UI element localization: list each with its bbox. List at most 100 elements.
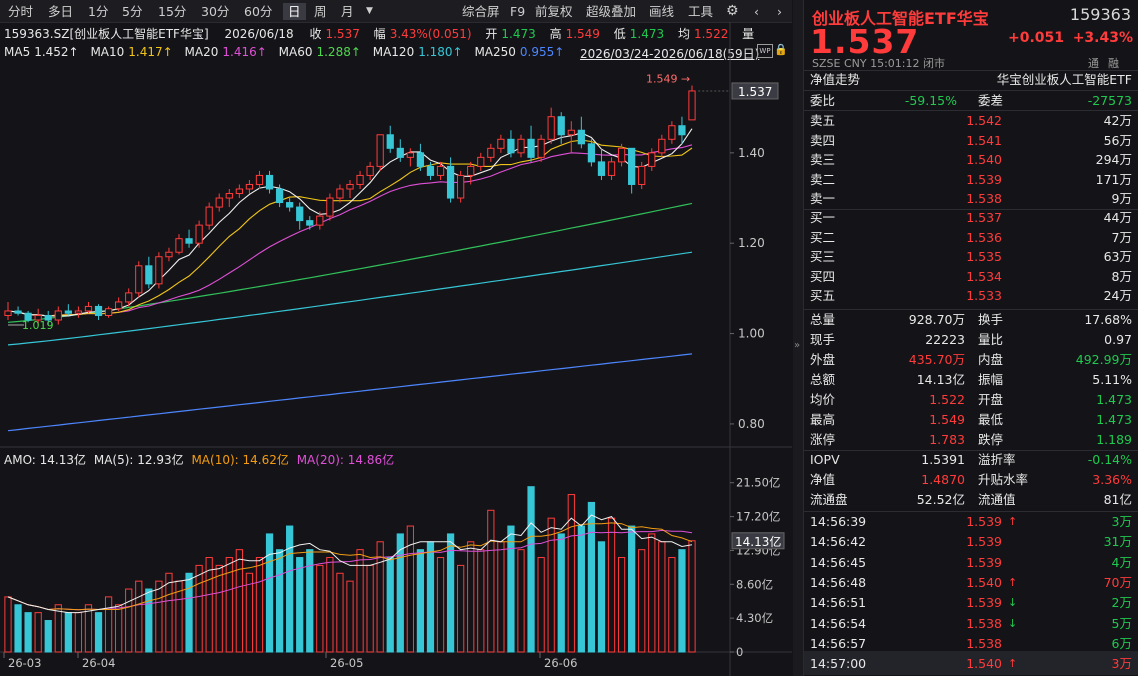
candle-body (175, 238, 183, 253)
chevron-right-icon[interactable]: › (775, 3, 784, 20)
ask-label: 卖三 (810, 152, 836, 168)
period-tab-5m[interactable]: 5分 (120, 3, 144, 20)
volume-bar (446, 533, 455, 653)
tool-tools[interactable]: 工具 (686, 3, 715, 20)
candle (326, 193, 334, 221)
vol-ma5-value: MA(5): 12.93亿 (93, 453, 184, 467)
more-periods-icon[interactable]: ▼ (364, 3, 375, 20)
chart-area[interactable]: 159363.SZ[创业板人工智能ETF华宝] 2026/06/18 收 1.53… (0, 22, 792, 676)
bid-label: 买一 (810, 210, 836, 225)
price-tick-label: 1.20 (738, 236, 765, 250)
volume-bar (497, 541, 505, 653)
chevron-left-icon[interactable]: ‹ (752, 3, 761, 20)
stat-row: 总额 14.13亿 振幅 5.11% (810, 370, 1132, 390)
stat-label: 最低 (978, 412, 1004, 427)
period-tab-30m[interactable]: 30分 (199, 3, 231, 20)
stat-value: 5.11% (1092, 372, 1132, 387)
candle-body (235, 188, 243, 195)
nav-trend-label[interactable]: 净值走势 (810, 70, 860, 90)
volume-bar (44, 620, 52, 653)
volume-bar (4, 596, 12, 653)
period-tab-day[interactable]: 日 (283, 3, 306, 20)
gear-icon[interactable]: ⚙ (724, 3, 741, 20)
period-tab-fenshi[interactable]: 分时 (6, 3, 35, 20)
volume-bar (386, 557, 394, 653)
period-tab-month[interactable]: 月 (339, 3, 356, 20)
candle (145, 256, 153, 289)
stat-label: 量比 (978, 332, 1004, 347)
ask-row: 卖三 1.540 294万 (810, 150, 1132, 170)
ask-label: 卖五 (810, 113, 836, 128)
candle (175, 234, 183, 255)
candle-body (265, 174, 274, 190)
period-tab-15m[interactable]: 15分 (156, 3, 188, 20)
stat-label: 开盘 (978, 392, 1004, 407)
tool-super-overlay[interactable]: 超级叠加 (584, 3, 638, 20)
candle (416, 143, 425, 171)
candle (497, 134, 505, 153)
candle-body (104, 308, 113, 316)
volume-bar (366, 564, 374, 653)
volume-info-row: AMO: 14.13亿 MA(5): 12.93亿 MA(10): 14.62亿… (4, 451, 398, 468)
kline-chart[interactable]: 1.401.201.000.801.549 →1.0191.53721.50亿1… (0, 22, 792, 676)
candle-body (467, 165, 475, 176)
candle (527, 125, 535, 162)
volume-bar (547, 517, 555, 653)
tool-f9[interactable]: F9 (508, 3, 527, 20)
candle-body (376, 134, 384, 167)
tag-tong: 通 (1088, 57, 1099, 70)
stat-value: 492.99万 (1075, 352, 1132, 367)
volume-bar (457, 564, 465, 653)
stat-row: 外盘 435.70万 内盘 492.99万 (810, 350, 1132, 370)
ask-price: 1.538 (966, 191, 1002, 207)
nav-row[interactable]: 净值走势 华宝创业板人工智能ETF (810, 70, 1132, 90)
candle (205, 202, 213, 230)
volume-bar (467, 541, 475, 653)
candle (296, 202, 304, 230)
volume-bar (507, 525, 515, 653)
weibi-row: 委比 -59.15% 委差 -27573 (810, 91, 1132, 111)
currency: CNY (843, 57, 867, 70)
candle (537, 134, 545, 162)
period-tab-1m[interactable]: 1分 (86, 3, 110, 20)
panel-collapse-handle[interactable]: » (793, 0, 803, 676)
stat-value: 435.70万 (908, 352, 965, 367)
volume-bar (74, 612, 83, 653)
stat-label: 涨停 (810, 432, 836, 447)
ask-volume: 9万 (1111, 191, 1132, 207)
tick-row: 14:56:54 1.538 5万 ↓ (810, 614, 1132, 634)
iopv-value: -0.14% (1087, 452, 1132, 467)
ask-row: 卖四 1.541 56万 (810, 131, 1132, 151)
tool-draw-line[interactable]: 画线 (647, 3, 676, 20)
stat-label: 最高 (810, 412, 836, 427)
tool-summary-screen[interactable]: 综合屏 (460, 3, 502, 20)
double-chevron-right-icon[interactable]: » (794, 340, 800, 351)
period-tab-multiday[interactable]: 多日 (46, 3, 75, 20)
stat-value: 22223 (925, 332, 965, 347)
tool-forward-adjust[interactable]: 前复权 (533, 3, 575, 20)
bid-label: 买五 (810, 288, 836, 304)
tick-time: 14:56:39 (810, 514, 867, 529)
candle-body (648, 152, 656, 167)
bid-volume: 63万 (1103, 249, 1132, 265)
tick-price: 1.539 (966, 554, 1002, 570)
arrow-down-icon: ↓ (1008, 596, 1018, 610)
weicha-label: 委差 (978, 93, 1004, 108)
period-tab-week[interactable]: 周 (312, 3, 329, 20)
tick-time: 14:57:00 (810, 656, 867, 672)
high-marker: 1.549 → (646, 73, 690, 86)
candle-body (145, 265, 153, 285)
volume-bar (477, 549, 485, 653)
candle-body (517, 138, 525, 154)
ma20-line (7, 144, 693, 317)
candle-body (416, 152, 425, 167)
volume-tick-label: 0 (736, 645, 743, 659)
period-tab-60m[interactable]: 60分 (242, 3, 274, 20)
volume-bar (617, 557, 626, 653)
candle-body (4, 310, 12, 316)
stat-value: 1.549 (929, 412, 965, 427)
volume-bar (537, 557, 545, 653)
iopv-label: 净值 (810, 472, 836, 487)
candle-body (195, 224, 203, 244)
candle (306, 216, 314, 230)
